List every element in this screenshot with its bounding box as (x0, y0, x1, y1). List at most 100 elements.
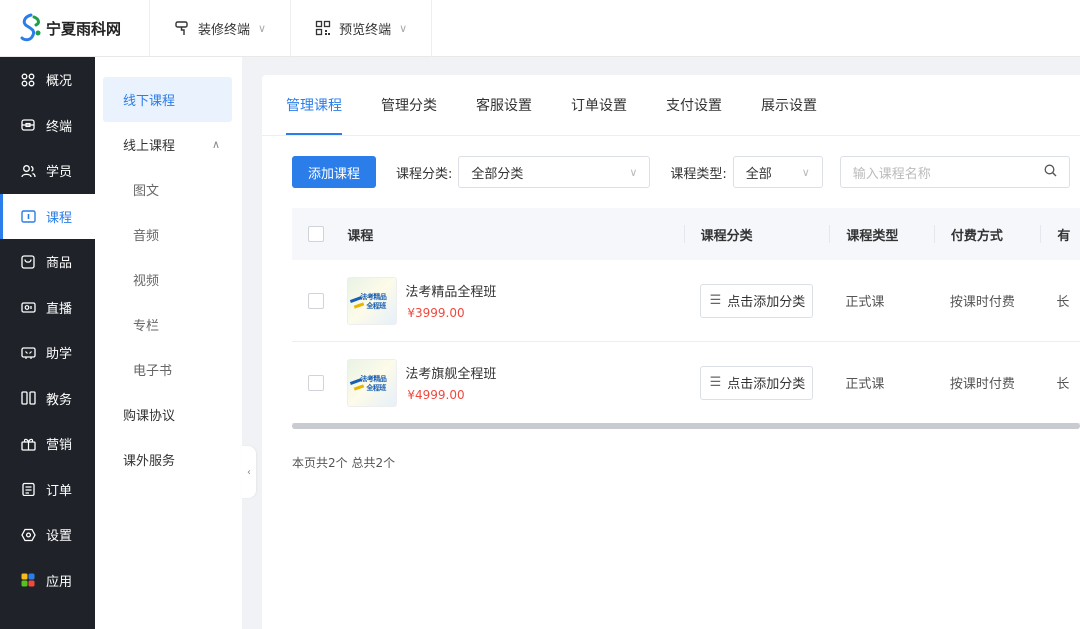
column-header-course: 课程 (347, 228, 374, 244)
table-header: 课程 课程分类 课程类型 付费方式 有 (292, 208, 1080, 260)
chevron-down-icon: ∨ (801, 165, 810, 179)
subnav-item-video[interactable]: 视频 (103, 257, 232, 302)
sidebar-item-label: 应用 (46, 574, 73, 590)
dashboard-icon (20, 72, 36, 88)
sidebar-item-orders[interactable]: 订单 (0, 467, 95, 513)
payment-method: 按课时付费 (949, 377, 1015, 392)
chevron-down-icon: ∨ (629, 165, 638, 179)
subnav-item-label: 线下课程 (123, 94, 176, 109)
row-checkbox[interactable] (308, 292, 324, 309)
apps-icon (20, 572, 36, 588)
live-icon (20, 299, 36, 315)
tab-bar: 管理课程 管理分类 客服设置 订单设置 支付设置 展示设置 (262, 75, 1080, 136)
course-type: 正式课 (845, 295, 885, 310)
subnav-item-audio[interactable]: 音频 (103, 212, 232, 257)
order-icon (20, 481, 36, 497)
qr-grid-icon (315, 20, 331, 36)
brand-logo[interactable]: 宁夏雨科网 (0, 0, 150, 57)
type-filter-label: 课程类型: (670, 166, 727, 182)
thumbnail-stripe (354, 383, 365, 391)
type-select-value: 全部 (745, 166, 772, 182)
edu-icon (20, 390, 36, 406)
validity: 长 (1056, 295, 1070, 310)
list-icon: ☰ (709, 293, 722, 308)
sidebar-item-students[interactable]: 学员 (0, 148, 95, 194)
type-select[interactable]: 全部 ∨ (732, 156, 823, 188)
sidebar-item-label: 学员 (46, 165, 73, 181)
subnav-item-label: 线上课程 (123, 139, 176, 154)
subnav-item-label: 专栏 (133, 319, 160, 334)
add-course-button[interactable]: 添加课程 (292, 156, 377, 188)
select-all-checkbox[interactable] (308, 226, 324, 242)
category-select[interactable]: 全部分类 ∨ (458, 156, 651, 188)
list-icon: ☰ (709, 375, 722, 390)
sidebar-item-label: 直播 (46, 301, 73, 317)
validity: 长 (1056, 377, 1070, 392)
column-header-category: 课程分类 (683, 225, 830, 244)
decorate-terminal-menu[interactable]: 装修终端 ∨ (150, 0, 292, 57)
scrollbar-thumb[interactable] (292, 423, 1080, 429)
filter-bar: 添加课程 课程分类: 全部分类 ∨ 课程类型: 全部 ∨ 输入课程名称 (292, 156, 1070, 188)
chevron-down-icon: ∨ (399, 21, 408, 35)
sidebar-item-goods[interactable]: 商品 (0, 239, 95, 285)
add-category-button[interactable]: ☰ 点击添加分类 (699, 365, 814, 400)
sidebar-item-overview[interactable]: 概况 (0, 57, 95, 103)
course-thumbnail[interactable]: 法考精品 全程班 (347, 276, 398, 325)
sidebar-item-apps[interactable]: 应用 (0, 558, 95, 604)
horizontal-scrollbar[interactable] (292, 423, 1080, 429)
column-header-type: 课程类型 (829, 225, 934, 244)
sidebar-item-label: 设置 (46, 529, 73, 545)
tab-manage-categories[interactable]: 管理分类 (381, 74, 437, 135)
course-thumbnail[interactable]: 法考精品 全程班 (347, 358, 398, 407)
category-filter-label: 课程分类: (396, 166, 453, 182)
subnav-item-extra-services[interactable]: 课外服务 (103, 437, 232, 482)
add-category-button[interactable]: ☰ 点击添加分类 (699, 283, 814, 318)
tab-payment-settings[interactable]: 支付设置 (666, 74, 722, 135)
course-name[interactable]: 法考旗舰全程班 (405, 363, 496, 382)
course-name[interactable]: 法考精品全程班 (405, 281, 496, 300)
subnav-item-label: 购课协议 (123, 409, 176, 424)
add-category-label: 点击添加分类 (727, 377, 806, 392)
collapse-sidebar-button[interactable]: ‹ (242, 446, 256, 498)
chevron-up-icon: ∧ (211, 138, 220, 151)
course-icon (20, 208, 36, 224)
column-header-payment: 付费方式 (933, 225, 1040, 244)
subnav-item-label: 电子书 (133, 364, 173, 379)
sidebar-item-study-help[interactable]: 助学 (0, 330, 95, 376)
row-checkbox[interactable] (308, 374, 324, 391)
preview-terminal-menu[interactable]: 预览终端 ∨ (291, 0, 433, 57)
sidebar-item-label: 营销 (46, 438, 73, 454)
sidebar-item-label: 终端 (46, 119, 73, 135)
course-search-input[interactable]: 输入课程名称 (839, 156, 1070, 188)
marketing-icon (20, 436, 36, 452)
sidebar-item-marketing[interactable]: 营销 (0, 421, 95, 467)
category-select-value: 全部分类 (471, 166, 524, 182)
sidebar-item-academic[interactable]: 教务 (0, 376, 95, 422)
sidebar-item-settings[interactable]: 设置 (0, 512, 95, 558)
subnav-item-column[interactable]: 专栏 (103, 302, 232, 347)
settings-icon (20, 527, 36, 543)
tab-display-settings[interactable]: 展示设置 (761, 74, 817, 135)
subnav-item-offline-courses[interactable]: 线下课程 (103, 77, 232, 122)
sidebar-item-terminal[interactable]: 终端 (0, 103, 95, 149)
tab-order-settings[interactable]: 订单设置 (571, 74, 627, 135)
chevron-down-icon: ∨ (258, 21, 267, 35)
column-header-validity: 有 (1040, 225, 1080, 243)
subnav-item-online-courses[interactable]: 线上课程 ∧ (103, 122, 232, 167)
brand-name: 宁夏雨科网 (46, 19, 122, 38)
thumbnail-text: 全程班 (366, 301, 386, 310)
subnav-item-label: 视频 (133, 274, 160, 289)
search-icon[interactable] (1044, 164, 1057, 181)
subnav-item-text-image[interactable]: 图文 (103, 167, 232, 212)
sidebar-item-live[interactable]: 直播 (0, 285, 95, 331)
thumbnail-stripe (354, 301, 365, 309)
tab-customer-service[interactable]: 客服设置 (476, 74, 532, 135)
tab-manage-courses[interactable]: 管理课程 (286, 74, 342, 135)
subnav-item-ebook[interactable]: 电子书 (103, 347, 232, 392)
sidebar-item-label: 商品 (46, 256, 73, 272)
goods-icon (20, 254, 36, 270)
subnav-item-purchase-agreement[interactable]: 购课协议 (103, 392, 232, 437)
sidebar-item-label: 助学 (46, 347, 73, 363)
sidebar-item-courses[interactable]: 课程 (0, 193, 95, 239)
secondary-nav: 线下课程 线上课程 ∧ 图文 音频 视频 专栏 电子书 购课协议 课外服务 (95, 57, 242, 629)
